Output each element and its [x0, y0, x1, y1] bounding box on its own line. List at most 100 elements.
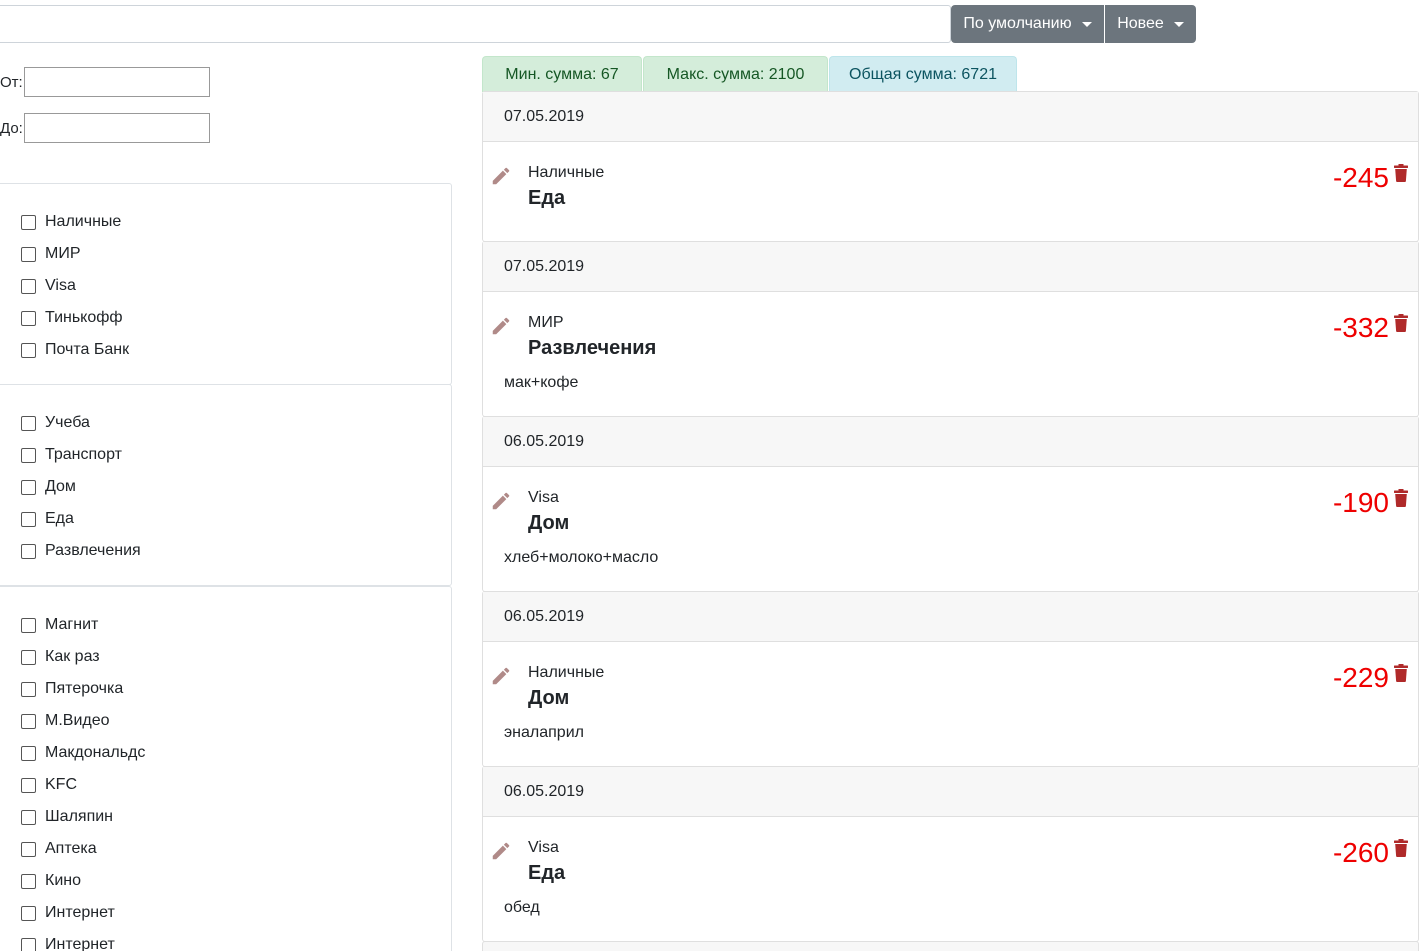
- category-filter-item[interactable]: Учеба: [0, 407, 451, 439]
- checkbox[interactable]: [21, 905, 36, 921]
- order-dropdown-button[interactable]: Новее: [1105, 5, 1196, 43]
- sort-dropdown-button[interactable]: По умолчанию: [951, 5, 1104, 43]
- account-filter-label: Наличные: [45, 213, 122, 230]
- transaction-amount: -190: [1332, 487, 1389, 518]
- transaction-date: 06.05.2019: [483, 592, 1418, 642]
- checkbox[interactable]: [21, 214, 36, 230]
- shop-filter-item[interactable]: Интернет: [0, 929, 451, 951]
- transaction-note: эналаприл: [504, 724, 584, 741]
- transaction-date: 06.05.2019: [483, 417, 1418, 467]
- date-from-input[interactable]: [23, 67, 210, 97]
- checkbox[interactable]: [21, 841, 36, 857]
- shop-filter-item[interactable]: Шаляпин: [0, 801, 451, 833]
- transaction-note: обед: [504, 899, 540, 916]
- trash-icon[interactable]: [1394, 839, 1408, 857]
- shop-filter-item[interactable]: Магнит: [0, 609, 451, 641]
- transaction-category: Дом: [528, 512, 570, 534]
- shop-filter-label: Как раз: [45, 648, 100, 665]
- category-filter-label: Дом: [45, 478, 76, 495]
- account-filter-item[interactable]: Тинькофф: [0, 302, 451, 334]
- shop-filter-item[interactable]: Макдональдс: [0, 737, 451, 769]
- transaction-category: Еда: [528, 862, 566, 884]
- date-to-input[interactable]: [23, 113, 210, 143]
- shop-filter-label: Макдональдс: [45, 744, 146, 761]
- transaction-card: 06.05.2019 Visa Еда обед -260: [482, 766, 1419, 942]
- shop-filter-label: Интернет: [45, 936, 115, 951]
- transaction-amount: -229: [1332, 662, 1389, 693]
- transaction-account: МИР: [528, 314, 564, 331]
- checkbox[interactable]: [21, 342, 36, 358]
- shop-filter-item[interactable]: Аптека: [0, 833, 451, 865]
- pencil-icon[interactable]: [490, 490, 512, 512]
- category-filter-item[interactable]: Дом: [0, 471, 451, 503]
- category-filter-label: Учеба: [45, 414, 90, 431]
- trash-icon[interactable]: [1394, 664, 1408, 682]
- checkbox[interactable]: [21, 415, 36, 431]
- pencil-icon[interactable]: [490, 315, 512, 337]
- shop-filter-item[interactable]: М.Видео: [0, 705, 451, 737]
- trash-icon[interactable]: [1394, 164, 1408, 182]
- account-filter-label: Visa: [45, 277, 76, 294]
- min-sum-tab[interactable]: Мин. сумма: 67: [482, 56, 642, 92]
- checkbox[interactable]: [21, 479, 36, 495]
- account-filter-item[interactable]: Наличные: [0, 206, 451, 238]
- shop-filter-item[interactable]: Как раз: [0, 641, 451, 673]
- checkbox[interactable]: [21, 937, 36, 951]
- transaction-account: Наличные: [528, 664, 605, 681]
- transaction-amount: -260: [1332, 837, 1389, 868]
- checkbox[interactable]: [21, 777, 36, 793]
- transaction-note: мак+кофе: [504, 374, 579, 391]
- account-filter-item[interactable]: Visa: [0, 270, 451, 302]
- account-filter-label: Тинькофф: [45, 309, 123, 326]
- transaction-account: Наличные: [528, 164, 605, 181]
- category-filter-item[interactable]: Еда: [0, 503, 451, 535]
- checkbox[interactable]: [21, 681, 36, 697]
- transaction-date: 06.05.2019: [483, 767, 1418, 817]
- pencil-icon[interactable]: [490, 665, 512, 687]
- trash-icon[interactable]: [1394, 314, 1408, 332]
- checkbox[interactable]: [21, 617, 36, 633]
- category-filter-item[interactable]: Транспорт: [0, 439, 451, 471]
- checkbox[interactable]: [21, 649, 36, 665]
- shop-filter-label: М.Видео: [45, 712, 110, 729]
- transaction-category: Развлечения: [528, 337, 657, 359]
- shop-filter-label: Магнит: [45, 616, 99, 633]
- shop-filter-item[interactable]: Кино: [0, 865, 451, 897]
- category-filter-label: Транспорт: [45, 446, 122, 463]
- pencil-icon[interactable]: [490, 840, 512, 862]
- transaction-category: Дом: [528, 687, 570, 709]
- shop-filter-label: Интернет: [45, 904, 115, 921]
- checkbox[interactable]: [21, 310, 36, 326]
- transaction-card: [482, 941, 1419, 951]
- pencil-icon[interactable]: [490, 165, 512, 187]
- accounts-filter-panel: Наличные МИР Visa Тинькофф Почта Банк: [0, 183, 452, 385]
- checkbox[interactable]: [21, 543, 36, 559]
- checkbox[interactable]: [21, 713, 36, 729]
- order-dropdown-label: Новее: [1117, 15, 1164, 32]
- checkbox[interactable]: [21, 447, 36, 463]
- max-sum-tab[interactable]: Макс. сумма: 2100: [643, 56, 828, 92]
- checkbox[interactable]: [21, 246, 36, 262]
- checkbox[interactable]: [21, 873, 36, 889]
- date-to-label: До:: [0, 119, 23, 137]
- trash-icon[interactable]: [1394, 489, 1408, 507]
- date-to-row: До:: [0, 113, 210, 143]
- transaction-card: 07.05.2019 Наличные Еда -245: [482, 91, 1419, 242]
- checkbox[interactable]: [21, 511, 36, 527]
- category-filter-item[interactable]: Развлечения: [0, 535, 451, 567]
- shop-filter-item[interactable]: Пятерочка: [0, 673, 451, 705]
- transaction-account: Visa: [528, 839, 559, 856]
- account-filter-item[interactable]: МИР: [0, 238, 451, 270]
- date-from-row: От:: [0, 67, 210, 97]
- transaction-amount: -245: [1332, 162, 1389, 193]
- transaction-date: 07.05.2019: [483, 242, 1418, 292]
- search-input[interactable]: [0, 5, 951, 43]
- shop-filter-item[interactable]: Интернет: [0, 897, 451, 929]
- account-filter-item[interactable]: Почта Банк: [0, 334, 451, 366]
- shop-filter-item[interactable]: KFC: [0, 769, 451, 801]
- checkbox[interactable]: [21, 278, 36, 294]
- total-sum-tab[interactable]: Общая сумма: 6721: [829, 56, 1017, 92]
- checkbox[interactable]: [21, 745, 36, 761]
- chevron-down-icon: [1081, 21, 1092, 27]
- checkbox[interactable]: [21, 809, 36, 825]
